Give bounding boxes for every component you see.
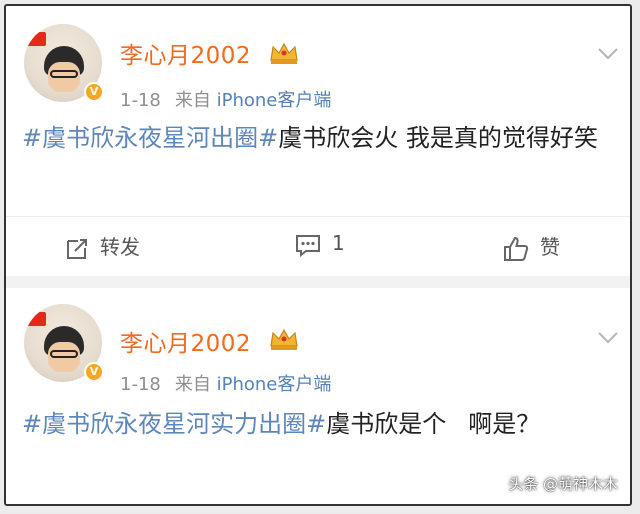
post-content: #虞书欣永夜星河实力出圈#虞书欣是个 啊是？ [22, 404, 618, 444]
post-source: iPhone客户端 [216, 90, 332, 111]
like-label: 赞 [540, 235, 560, 259]
avatar[interactable]: V [24, 304, 104, 382]
hashtag-link[interactable]: #虞书欣永夜星河出圈# [22, 124, 278, 152]
username[interactable]: 李心月2002 [120, 324, 251, 358]
post-meta: 1-18 来自 iPhone客户端 [120, 86, 331, 112]
post-source: iPhone客户端 [216, 374, 332, 395]
verified-badge-icon: V [84, 362, 104, 382]
post-text: 虞书欣是个 [326, 410, 447, 438]
chevron-down-icon[interactable] [596, 330, 620, 346]
weibo-post: V 李心月2002 1-18 来自 iPhone客户端 #虞书欣永夜星河出圈#虞书… [6, 6, 630, 276]
china-flag-icon [26, 32, 46, 46]
verified-badge-icon: V [84, 82, 104, 102]
post-text: 啊是？ [468, 410, 541, 438]
china-flag-icon [26, 312, 46, 326]
post-text: 我是真的觉得好笑 [398, 124, 598, 152]
like-button[interactable]: 赞 [502, 231, 560, 263]
comment-button[interactable]: 1 [294, 231, 345, 263]
comment-icon [296, 234, 320, 257]
username[interactable]: 李心月2002 [120, 36, 251, 70]
post-time: 1-18 [120, 90, 161, 111]
crown-icon [270, 328, 298, 350]
post-meta: 1-18 来自 iPhone客户端 [120, 370, 331, 396]
source-prefix: 来自 [174, 374, 217, 395]
comment-count: 1 [332, 231, 345, 255]
action-bar: 转发 1 赞 [6, 216, 630, 277]
repost-label: 转发 [100, 235, 140, 259]
post-content: #虞书欣永夜星河出圈#虞书欣会火 我是真的觉得好笑 [22, 118, 618, 158]
post-time: 1-18 [120, 374, 161, 395]
repost-icon [67, 238, 87, 259]
avatar[interactable]: V [24, 24, 104, 102]
watermark: 头条 @萌神木木 [508, 475, 618, 493]
screenshot-frame: V 李心月2002 1-18 来自 iPhone客户端 #虞书欣永夜星河出圈#虞书… [4, 4, 632, 506]
censored-block [446, 413, 469, 437]
repost-button[interactable]: 转发 [64, 231, 140, 263]
thumbs-up-icon [504, 236, 529, 261]
hashtag-link[interactable]: #虞书欣永夜星河实力出圈# [22, 410, 326, 438]
source-prefix: 来自 [174, 90, 217, 111]
crown-icon [270, 42, 298, 64]
post-text: 虞书欣会火 [278, 124, 399, 152]
chevron-down-icon[interactable] [596, 46, 620, 62]
